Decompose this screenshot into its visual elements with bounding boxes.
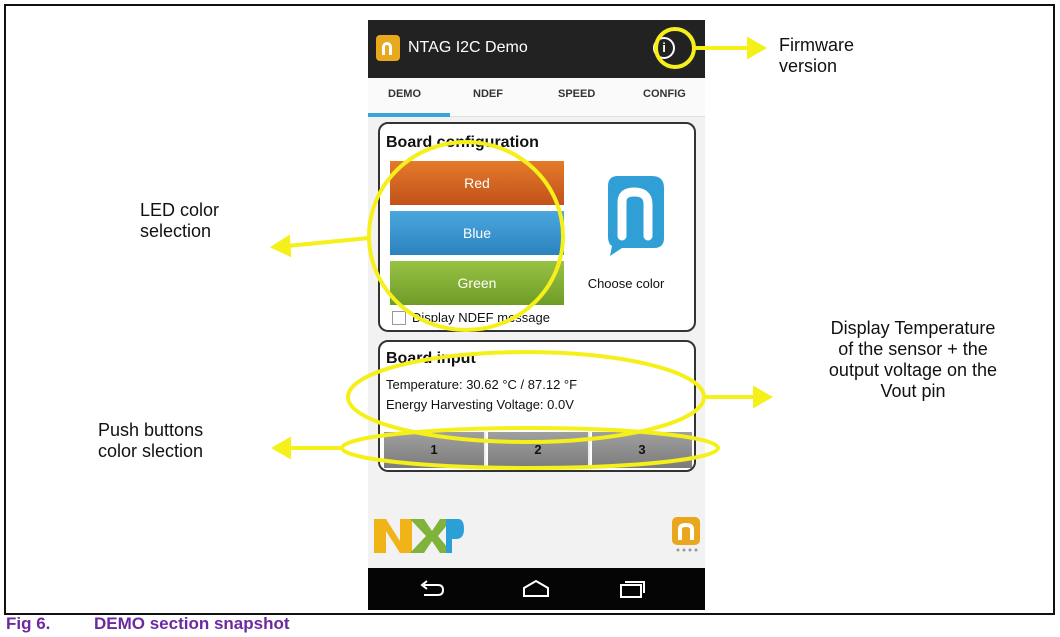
annotation-line: Push buttons [98,420,204,440]
firmware-annotation: Firmware version [779,35,854,77]
led-annotation: LED color selection [140,200,219,242]
push-buttons-highlight-ellipse [340,426,720,470]
temperature-annotation: Display Temperature of the sensor + the … [783,318,1043,402]
figure-caption: Fig 6. DEMO section snapshot [6,614,290,634]
annotation-line: Vout pin [880,381,946,401]
annotation-line: color slection [98,441,204,461]
figure-caption-text: DEMO section snapshot [94,614,290,633]
annotation-line: LED color [140,200,220,220]
annotation-line: version [779,56,838,76]
annotation-line: of the sensor + the [838,339,988,359]
annotation-line: selection [140,221,212,241]
figure-number: Fig 6. [6,614,51,633]
annotation-line: Display Temperature [830,318,996,338]
led-highlight-ellipse [367,140,565,332]
firmware-highlight-circle [654,27,696,69]
annotation-line: Firmware [779,35,854,55]
annotation-line: output voltage on the [828,360,998,380]
push-buttons-annotation: Push buttons color slection [98,420,203,462]
